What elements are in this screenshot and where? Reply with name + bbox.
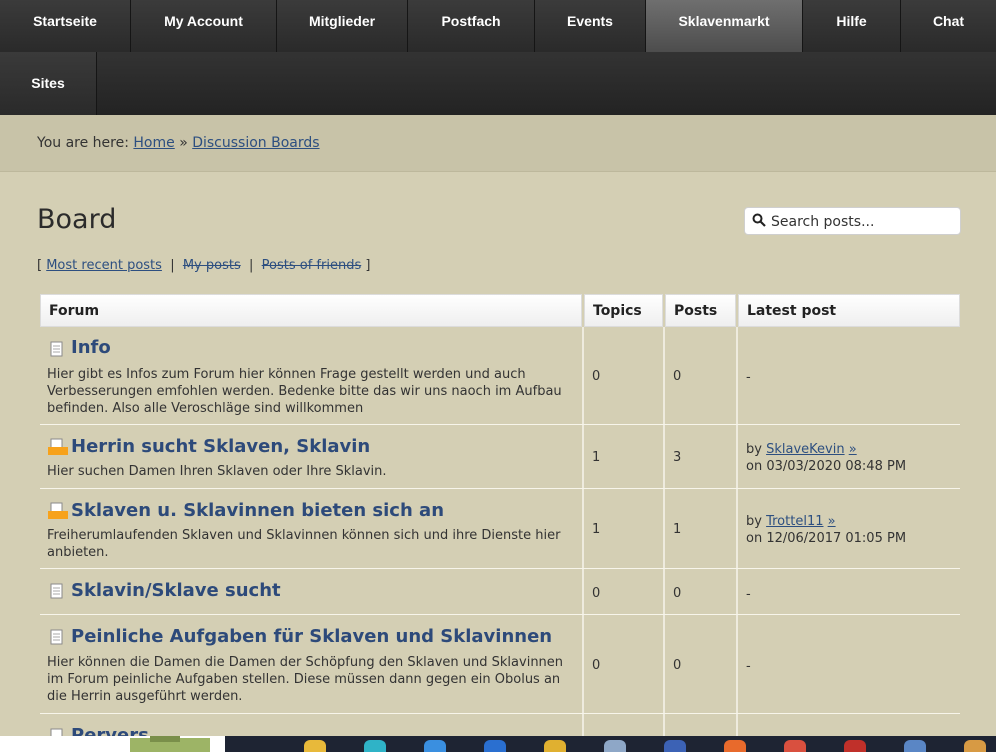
filters-open-bracket: [ [37, 258, 43, 273]
search-icon [752, 213, 766, 227]
search-input[interactable] [769, 211, 961, 233]
forum-title-link[interactable]: Pervers [71, 725, 149, 736]
breadcrumb: You are here: Home » Discussion Boards [0, 115, 996, 172]
posts-count: 3 [673, 450, 682, 465]
forum-icon [50, 728, 63, 736]
table-row: Pervers [40, 714, 960, 736]
header-latest-post: Latest post [738, 294, 960, 327]
forum-title-link[interactable]: Sklavin/Sklave sucht [71, 580, 281, 601]
topics-count: 0 [592, 586, 601, 601]
app-icon[interactable] [424, 740, 446, 752]
filters-separator: | [249, 258, 254, 273]
topics-count: 0 [592, 369, 601, 384]
forum-description: Hier gibt es Infos zum Forum hier können… [47, 367, 562, 416]
topics-count: 1 [592, 450, 601, 465]
top-navigation: Startseite My Account Mitglieder Postfac… [0, 0, 996, 115]
forum-icon [50, 629, 63, 645]
forum-icon [50, 341, 63, 357]
nav-sklavenmarkt[interactable]: Sklavenmarkt [646, 0, 803, 52]
browser-icon[interactable] [364, 740, 386, 752]
latest-post: by Trottel11 » on 12/06/2017 01:05 PM [746, 513, 906, 547]
breadcrumb-prefix: You are here: [37, 135, 129, 151]
breadcrumb-separator: » [179, 135, 188, 151]
app-icon[interactable] [724, 740, 746, 752]
app-icon[interactable] [544, 740, 566, 752]
breadcrumb-home-link[interactable]: Home [133, 135, 174, 151]
breadcrumb-discussion-boards-link[interactable]: Discussion Boards [192, 135, 319, 151]
forum-title-link[interactable]: Info [71, 337, 111, 358]
post-filters: [ Most recent posts | My posts | Posts o… [37, 258, 370, 273]
header-posts: Posts [665, 294, 736, 327]
nav-hilfe[interactable]: Hilfe [803, 0, 901, 52]
latest-post-link[interactable]: » [828, 514, 836, 529]
app-icon[interactable] [784, 740, 806, 752]
forum-title-link[interactable]: Sklaven u. Sklavinnen bieten sich an [71, 500, 444, 521]
posts-count: 1 [673, 522, 682, 537]
table-row: Herrin sucht Sklaven, Sklavin Hier suche… [40, 425, 960, 489]
nav-sites[interactable]: Sites [0, 52, 97, 115]
latest-post-date: on 03/03/2020 08:48 PM [746, 459, 907, 474]
latest-user-link[interactable]: Trottel11 [766, 514, 823, 529]
header-forum: Forum [40, 294, 582, 327]
taskbar-thumbnail[interactable] [0, 736, 225, 752]
app-icon[interactable] [964, 740, 986, 752]
forum-new-icon [48, 502, 68, 519]
app-icon[interactable] [604, 740, 626, 752]
my-posts-link[interactable]: My posts [183, 258, 241, 273]
latest-post: - [746, 587, 751, 602]
forum-description: Hier suchen Damen Ihren Sklaven oder Ihr… [47, 464, 387, 479]
app-icon[interactable] [844, 740, 866, 752]
os-taskbar [0, 736, 996, 752]
filters-separator: | [170, 258, 175, 273]
posts-count: 0 [673, 369, 682, 384]
app-icon[interactable] [484, 740, 506, 752]
forum-description: Hier können die Damen die Damen der Schö… [47, 655, 564, 704]
landscape-thumbnail-icon [130, 736, 210, 752]
file-explorer-icon[interactable] [304, 740, 326, 752]
latest-post: - [746, 659, 751, 674]
latest-post: by SklaveKevin » on 03/03/2020 08:48 PM [746, 441, 906, 475]
table-row: Peinliche Aufgaben für Sklaven und Sklav… [40, 615, 960, 714]
posts-of-friends-link[interactable]: Posts of friends [262, 258, 362, 273]
forum-icon [50, 583, 63, 599]
posts-count: 0 [673, 586, 682, 601]
table-row: Sklavin/Sklave sucht 0 0 - [40, 569, 960, 615]
latest-by-label: by [746, 514, 762, 529]
nav-startseite[interactable]: Startseite [0, 0, 131, 52]
forum-title-link[interactable]: Herrin sucht Sklaven, Sklavin [71, 436, 370, 457]
latest-user-link[interactable]: SklaveKevin [766, 442, 844, 457]
table-row: Sklaven u. Sklavinnen bieten sich an Fre… [40, 489, 960, 569]
forum-new-icon [48, 438, 68, 455]
header-topics: Topics [584, 294, 663, 327]
nav-mitglieder[interactable]: Mitglieder [277, 0, 408, 52]
nav-postfach[interactable]: Postfach [408, 0, 535, 52]
nav-chat[interactable]: Chat [901, 0, 996, 52]
search-box [744, 207, 961, 235]
save-icon[interactable] [664, 740, 686, 752]
nav-second-row: Sites [0, 52, 996, 115]
latest-by-label: by [746, 442, 762, 457]
app-icon[interactable] [904, 740, 926, 752]
nav-events[interactable]: Events [535, 0, 646, 52]
filters-close-bracket: ] [365, 258, 371, 273]
page-title: Board [37, 204, 117, 235]
topics-count: 0 [592, 658, 601, 673]
forum-title-link[interactable]: Peinliche Aufgaben für Sklaven und Sklav… [71, 626, 552, 647]
latest-post-date: on 12/06/2017 01:05 PM [746, 531, 907, 546]
posts-count: 0 [673, 658, 682, 673]
latest-post: - [746, 370, 751, 385]
most-recent-posts-link[interactable]: Most recent posts [46, 258, 162, 273]
latest-post-link[interactable]: » [849, 442, 857, 457]
forum-description: Freiherumlaufenden Sklaven und Sklavinne… [47, 528, 561, 560]
topics-count: 1 [592, 522, 601, 537]
nav-my-account[interactable]: My Account [131, 0, 277, 52]
table-row: Info Hier gibt es Infos zum Forum hier k… [40, 327, 960, 425]
